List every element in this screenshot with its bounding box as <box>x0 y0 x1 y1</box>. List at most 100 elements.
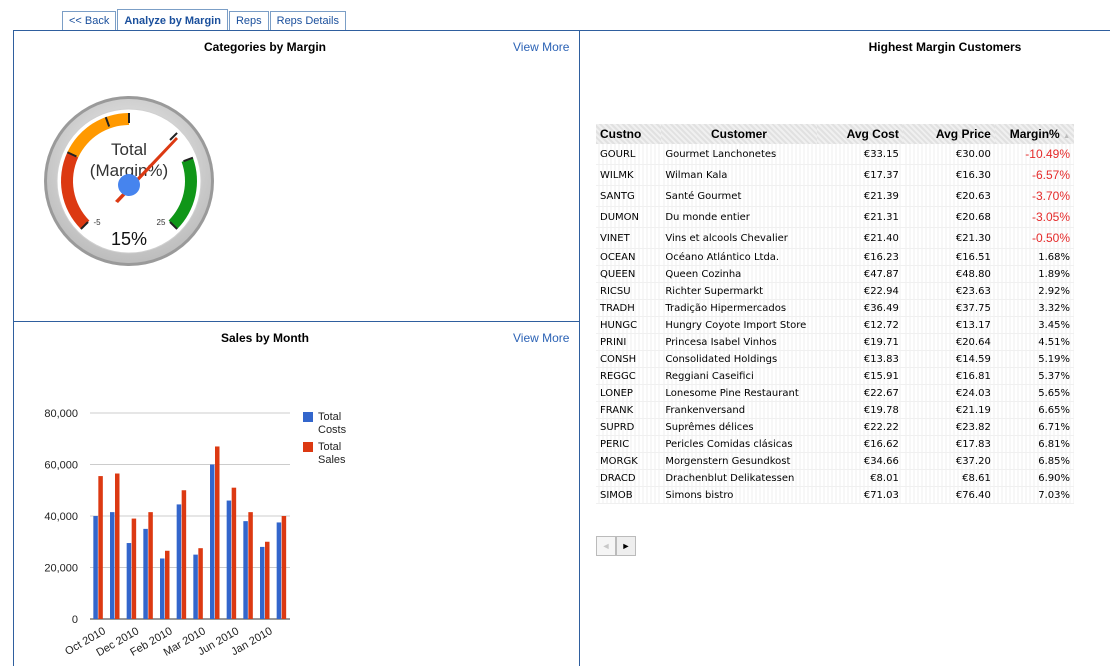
frame-divider-horizontal <box>13 321 580 322</box>
tab-reps-details[interactable]: Reps Details <box>269 11 346 30</box>
gauge-value: 15% <box>111 229 147 249</box>
table-row[interactable]: OCEAN Océano Atlántico Ltda. €16.23 €16.51 1… <box>596 248 1074 266</box>
cell-margin: 4.51% <box>994 333 1074 351</box>
table-row[interactable]: SIMOB Simons bistro €71.03 €76.40 7.03% <box>596 486 1074 504</box>
cell-custno: REGGC <box>596 367 662 385</box>
tab-bar: << Back Analyze by Margin Reps Reps Deta… <box>62 9 347 31</box>
y-tick-label: 0 <box>72 614 78 626</box>
cell-custno: SIMOB <box>596 486 662 504</box>
table-row[interactable]: PERIC Pericles Comidas clásicas €16.62 €17.… <box>596 435 1074 453</box>
bar-costs <box>226 500 232 619</box>
col-margin[interactable]: Margin% ▲ <box>994 124 1074 144</box>
cell-avg-cost: €34.66 <box>816 452 903 470</box>
cell-avg-price: €14.59 <box>902 350 995 368</box>
cell-avg-cost: €22.67 <box>816 384 903 402</box>
cell-customer: Suprêmes délices <box>661 418 817 436</box>
table-row[interactable]: RICSU Richter Supermarkt €22.94 €23.63 2.92% <box>596 282 1074 300</box>
cell-avg-cost: €13.83 <box>816 350 903 368</box>
cell-margin: 6.71% <box>994 418 1074 436</box>
cell-margin: 1.68% <box>994 248 1074 266</box>
table-row[interactable]: VINET Vins et alcools Chevalier €21.40 €21.… <box>596 227 1074 249</box>
cell-avg-cost: €22.22 <box>816 418 903 436</box>
bar-sales <box>131 518 137 619</box>
bar-costs <box>176 504 182 619</box>
table-row[interactable]: GOURL Gourmet Lanchonetes €33.15 €30.00 -10.… <box>596 144 1074 165</box>
col-custno[interactable]: Custno <box>596 124 662 144</box>
table-row[interactable]: PRINI Princesa Isabel Vinhos €19.71 €20.64 4… <box>596 333 1074 351</box>
cell-custno: GOURL <box>596 144 662 165</box>
cell-avg-cost: €16.62 <box>816 435 903 453</box>
cell-margin: 5.65% <box>994 384 1074 402</box>
bar-costs <box>93 516 98 619</box>
cell-avg-price: €20.64 <box>902 333 995 351</box>
y-tick-label: 40,000 <box>44 511 78 523</box>
col-avg-price[interactable]: Avg Price <box>902 124 995 144</box>
table-pager: ◄ ► <box>596 536 636 556</box>
table-row[interactable]: FRANK Frankenversand €19.78 €21.19 6.65% <box>596 401 1074 419</box>
table-row[interactable]: LONEP Lonesome Pine Restaurant €22.67 €24.0… <box>596 384 1074 402</box>
cell-custno: VINET <box>596 227 662 249</box>
table-row[interactable]: DUMON Du monde entier €21.31 €20.68 -3.05% <box>596 206 1074 228</box>
cell-custno: DUMON <box>596 206 662 228</box>
cell-margin: 6.85% <box>994 452 1074 470</box>
cell-avg-cost: €17.37 <box>816 164 903 186</box>
cell-margin: 5.19% <box>994 350 1074 368</box>
cell-custno: PERIC <box>596 435 662 453</box>
gauge-min-label: -5 <box>93 218 101 227</box>
cell-avg-price: €8.61 <box>902 469 995 487</box>
tab-back[interactable]: << Back <box>62 11 117 30</box>
legend-item-total-costs: Total Costs <box>303 411 358 437</box>
bar-costs <box>193 554 198 619</box>
bar-costs <box>276 522 282 619</box>
cell-custno: WILMK <box>596 164 662 186</box>
table-row[interactable]: SUPRD Suprêmes délices €22.22 €23.82 6.71% <box>596 418 1074 436</box>
cell-customer: Richter Supermarkt <box>661 282 817 300</box>
table-row[interactable]: TRADH Tradição Hipermercados €36.49 €37.75 3… <box>596 299 1074 317</box>
legend-label-costs: Total Costs <box>318 411 347 436</box>
cell-margin: 6.90% <box>994 469 1074 487</box>
bar-sales <box>165 550 170 619</box>
cell-avg-price: €21.30 <box>902 227 995 249</box>
bar-costs <box>210 464 215 619</box>
cell-custno: RICSU <box>596 282 662 300</box>
customers-panel-title: Highest Margin Customers <box>868 40 1022 54</box>
bar-sales <box>248 512 253 619</box>
cell-avg-cost: €21.40 <box>816 227 903 249</box>
table-row[interactable]: HUNGC Hungry Coyote Import Store €12.72 €13… <box>596 316 1074 334</box>
cell-avg-price: €48.80 <box>902 265 995 283</box>
cell-customer: Morgenstern Gesundkost <box>661 452 817 470</box>
table-row[interactable]: REGGC Reggiani Caseifici €15.91 €16.81 5.37% <box>596 367 1074 385</box>
bar-sales <box>98 476 103 619</box>
table-row[interactable]: SANTG Santé Gourmet €21.39 €20.63 -3.70% <box>596 185 1074 207</box>
cell-custno: OCEAN <box>596 248 662 266</box>
tab-reps[interactable]: Reps <box>228 11 269 30</box>
col-avg-cost[interactable]: Avg Cost <box>816 124 903 144</box>
tab-analyze-by-margin[interactable]: Analyze by Margin <box>117 9 228 30</box>
next-page-button[interactable]: ► <box>616 536 636 556</box>
cell-avg-price: €13.17 <box>902 316 995 334</box>
col-customer[interactable]: Customer <box>661 124 817 144</box>
table-row[interactable]: DRACD Drachenblut Delikatessen €8.01 €8.61 6… <box>596 469 1074 487</box>
cell-customer: Frankenversand <box>661 401 817 419</box>
cell-custno: TRADH <box>596 299 662 317</box>
categories-view-more-link[interactable]: View More <box>513 40 569 54</box>
cell-margin: -10.49% <box>994 144 1074 165</box>
cell-customer: Océano Atlántico Ltda. <box>661 248 817 266</box>
table-row[interactable]: MORGK Morgenstern Gesundkost €34.66 €37.20 6… <box>596 452 1074 470</box>
frame-divider-vertical <box>579 30 580 666</box>
cell-margin: 3.45% <box>994 316 1074 334</box>
sales-view-more-link[interactable]: View More <box>513 331 569 345</box>
cell-customer: Consolidated Holdings <box>661 350 817 368</box>
cell-avg-price: €23.63 <box>902 282 995 300</box>
cell-avg-price: €16.51 <box>902 248 995 266</box>
table-row[interactable]: CONSH Consolidated Holdings €13.83 €14.59 5.… <box>596 350 1074 368</box>
cell-custno: QUEEN <box>596 265 662 283</box>
table-row[interactable]: QUEEN Queen Cozinha €47.87 €48.80 1.89% <box>596 265 1074 283</box>
table-row[interactable]: WILMK Wilman Kala €17.37 €16.30 -6.57% <box>596 164 1074 186</box>
prev-page-button[interactable]: ◄ <box>596 536 616 556</box>
cell-avg-price: €20.63 <box>902 185 995 207</box>
cell-avg-cost: €15.91 <box>816 367 903 385</box>
table-header-row: Custno Customer Avg Cost Avg Price Margi… <box>596 124 1074 144</box>
cell-margin: 2.92% <box>994 282 1074 300</box>
cell-avg-cost: €33.15 <box>816 144 903 165</box>
